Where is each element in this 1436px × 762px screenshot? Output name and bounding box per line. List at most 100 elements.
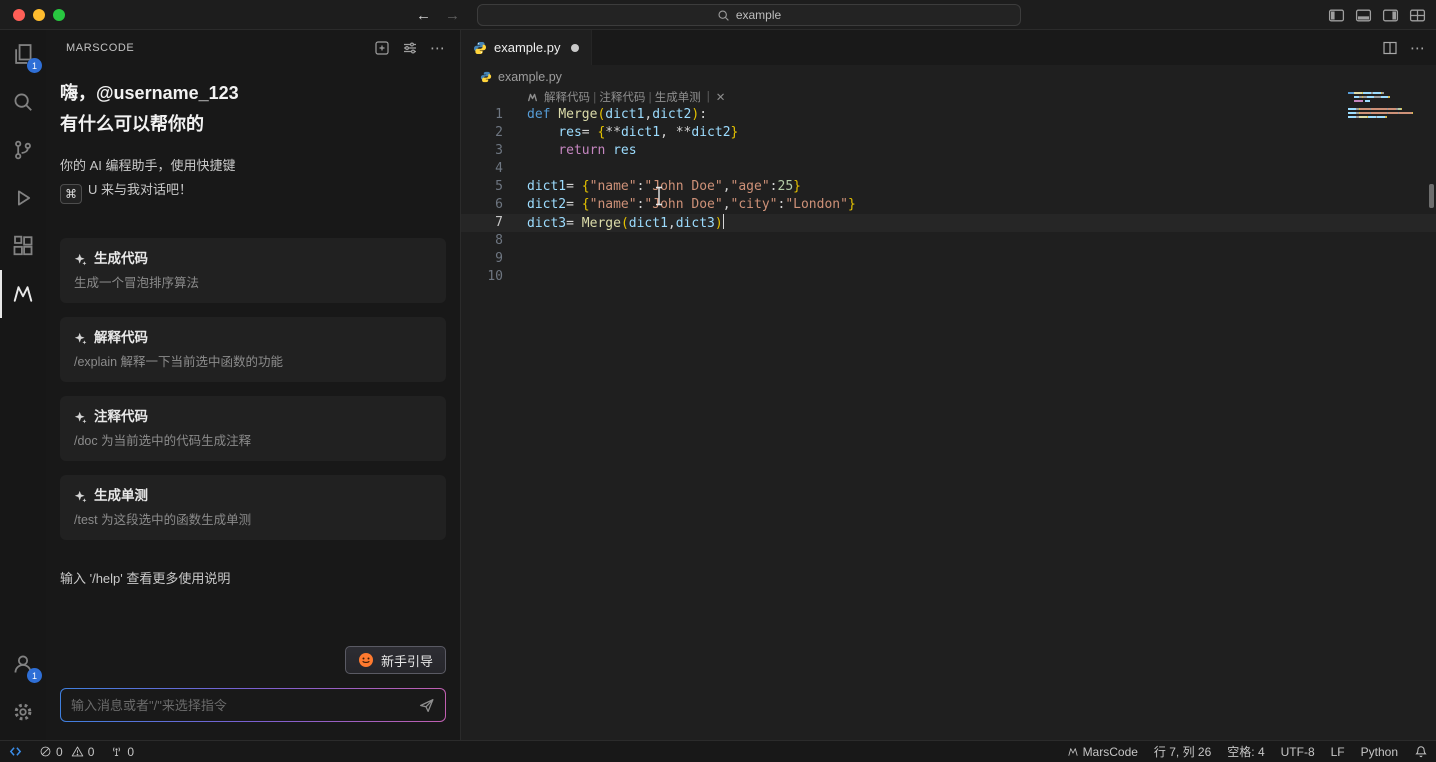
- chat-input[interactable]: [71, 697, 418, 713]
- activitybar-source-control[interactable]: [0, 126, 46, 174]
- customize-layout-icon[interactable]: [1409, 7, 1426, 24]
- activitybar-explorer[interactable]: 1: [0, 30, 46, 78]
- source-control-icon: [15, 140, 31, 160]
- code-token: ): [714, 216, 723, 231]
- code-token: "John Doe": [644, 179, 723, 194]
- activitybar-run-debug[interactable]: [0, 174, 46, 222]
- vscode-window: ← → example 1 1 MARSCODE ⋯ 嗨，@username_1…: [0, 0, 1436, 762]
- more-actions-icon[interactable]: ⋯: [430, 39, 446, 57]
- command-center-search[interactable]: example: [477, 4, 1021, 26]
- code-token: {: [581, 179, 590, 194]
- codelens-action[interactable]: 生成单测: [655, 92, 701, 104]
- marscode-status[interactable]: MarsCode: [1059, 741, 1146, 762]
- card-title: 生成代码: [94, 251, 148, 266]
- greeting: 嗨，@username_123 有什么可以帮你的: [60, 78, 446, 140]
- minimize-window-button[interactable]: [33, 8, 45, 21]
- problems-status[interactable]: 0 0: [31, 741, 102, 762]
- cursor-position[interactable]: 行 7, 列 26: [1146, 741, 1219, 762]
- code-token: **: [675, 125, 692, 140]
- eol-selector[interactable]: LF: [1323, 741, 1353, 762]
- code-line-1[interactable]: 1 def Merge(dict1,dict2):: [461, 106, 1436, 124]
- activitybar-accounts[interactable]: 1: [0, 640, 46, 688]
- code-token: dict2: [691, 125, 731, 140]
- code-token: dict1: [628, 216, 668, 231]
- code-token: =: [566, 216, 582, 231]
- prompt-card-1[interactable]: 生成代码 生成一个冒泡排序算法: [60, 238, 446, 303]
- indentation[interactable]: 空格: 4: [1219, 741, 1272, 762]
- settings-sliders-icon[interactable]: [402, 40, 418, 56]
- marscode-label: MarsCode: [1082, 744, 1138, 759]
- modified-dot-icon[interactable]: [571, 43, 580, 52]
- editor-scrollbar[interactable]: [1429, 184, 1434, 208]
- notifications-bell[interactable]: [1406, 741, 1436, 762]
- code-line-9[interactable]: 9: [461, 250, 1436, 268]
- code-line-3[interactable]: 3 return res: [461, 142, 1436, 160]
- warning-count: 0: [87, 744, 95, 759]
- code-token: "John Doe": [644, 197, 723, 212]
- activitybar-settings[interactable]: [0, 688, 46, 736]
- new-chat-icon[interactable]: [374, 40, 390, 56]
- greeting-line-1: 嗨，@username_123: [60, 83, 239, 103]
- back-button[interactable]: ←: [416, 7, 431, 24]
- send-icon[interactable]: [418, 697, 435, 714]
- close-window-button[interactable]: [13, 8, 25, 21]
- code-line-6[interactable]: 6 dict2= {"name":"John Doe","city":"Londo…: [461, 196, 1436, 214]
- prompt-card-2[interactable]: 解释代码/explain 解释一下当前选中函数的功能: [60, 317, 446, 382]
- code-line-2[interactable]: 2 res= {**dict1, **dict2}: [461, 124, 1436, 142]
- breadcrumb[interactable]: example.py: [461, 65, 1436, 88]
- line-number: 6: [495, 197, 503, 212]
- guide-button-label: 新手引导: [380, 653, 433, 669]
- minimap[interactable]: [1348, 91, 1420, 131]
- encoding[interactable]: UTF-8: [1273, 741, 1323, 762]
- onboarding-guide-button[interactable]: 新手引导: [344, 646, 446, 674]
- code-token: dict1: [605, 107, 645, 122]
- tab-example-py[interactable]: example.py: [461, 30, 593, 65]
- robot-emoji-icon: [358, 653, 373, 667]
- remote-indicator[interactable]: [0, 741, 31, 762]
- prompt-card-4[interactable]: 生成单测/test 为这段选中的函数生成单测: [60, 475, 446, 540]
- code-token: dict3: [527, 216, 567, 231]
- code-lines: 1 def Merge(dict1,dict2): 2 res= {**dict1,…: [461, 106, 1436, 286]
- forward-button[interactable]: →: [445, 7, 460, 24]
- breadcrumb-file: example.py: [498, 69, 562, 84]
- intro-line-1: 你的 AI 编程助手，使用快捷键: [60, 158, 236, 173]
- code-line-4[interactable]: 4: [461, 160, 1436, 178]
- tab-bar: example.py ⋯: [461, 30, 1436, 65]
- code-line-10[interactable]: 10: [461, 268, 1436, 286]
- editor-actions: ⋯: [1382, 30, 1426, 65]
- codelens-action[interactable]: 注释代码: [599, 92, 645, 104]
- card-desc: /test 为这段选中的函数生成单测: [74, 513, 252, 527]
- code-token: return: [558, 143, 606, 158]
- toggle-primary-sidebar-icon[interactable]: [1328, 7, 1345, 24]
- codelens-actions: 解释代码 | 注释代码 | 生成单测: [544, 89, 701, 105]
- ports-status[interactable]: 0: [102, 741, 142, 762]
- activitybar-extensions[interactable]: [0, 222, 46, 270]
- code-line-7[interactable]: 7 dict3= Merge(dict1,dict3): [461, 214, 1436, 232]
- split-editor-icon[interactable]: [1382, 40, 1398, 56]
- prompt-card-3[interactable]: 注释代码/doc 为当前选中的代码生成注释: [60, 396, 446, 461]
- activitybar-marscode[interactable]: [0, 270, 46, 318]
- code-line-5[interactable]: 5 dict1= {"name":"John Doe","age":25}: [461, 178, 1436, 196]
- code-token: ,: [722, 179, 731, 194]
- search-icon: [14, 93, 32, 111]
- language-mode[interactable]: Python: [1353, 741, 1406, 762]
- code-token: 25: [777, 179, 794, 194]
- codelens-close-icon[interactable]: ✕: [716, 90, 726, 104]
- intro-text: 你的 AI 编程助手，使用快捷键 ⌘ U 来与我对话吧！: [60, 154, 446, 204]
- code-line-8[interactable]: 8: [461, 232, 1436, 250]
- code-token: :: [769, 179, 778, 194]
- zoom-window-button[interactable]: [53, 8, 65, 21]
- remote-icon: [9, 747, 22, 756]
- code-token: "name": [589, 179, 637, 194]
- code-token: =: [566, 197, 582, 212]
- activitybar-search[interactable]: [0, 78, 46, 126]
- sidebar-header: MARSCODE ⋯: [60, 30, 446, 66]
- python-icon: [474, 41, 486, 54]
- toggle-panel-icon[interactable]: [1355, 7, 1372, 24]
- intro-line-2-text: U 来与我对话吧！: [88, 182, 193, 197]
- codelens-action[interactable]: 解释代码: [544, 92, 590, 104]
- editor-more-actions-icon[interactable]: ⋯: [1410, 39, 1426, 57]
- toggle-secondary-sidebar-icon[interactable]: [1382, 7, 1399, 24]
- line-number: 8: [495, 233, 503, 248]
- ports-icon: [113, 747, 121, 757]
